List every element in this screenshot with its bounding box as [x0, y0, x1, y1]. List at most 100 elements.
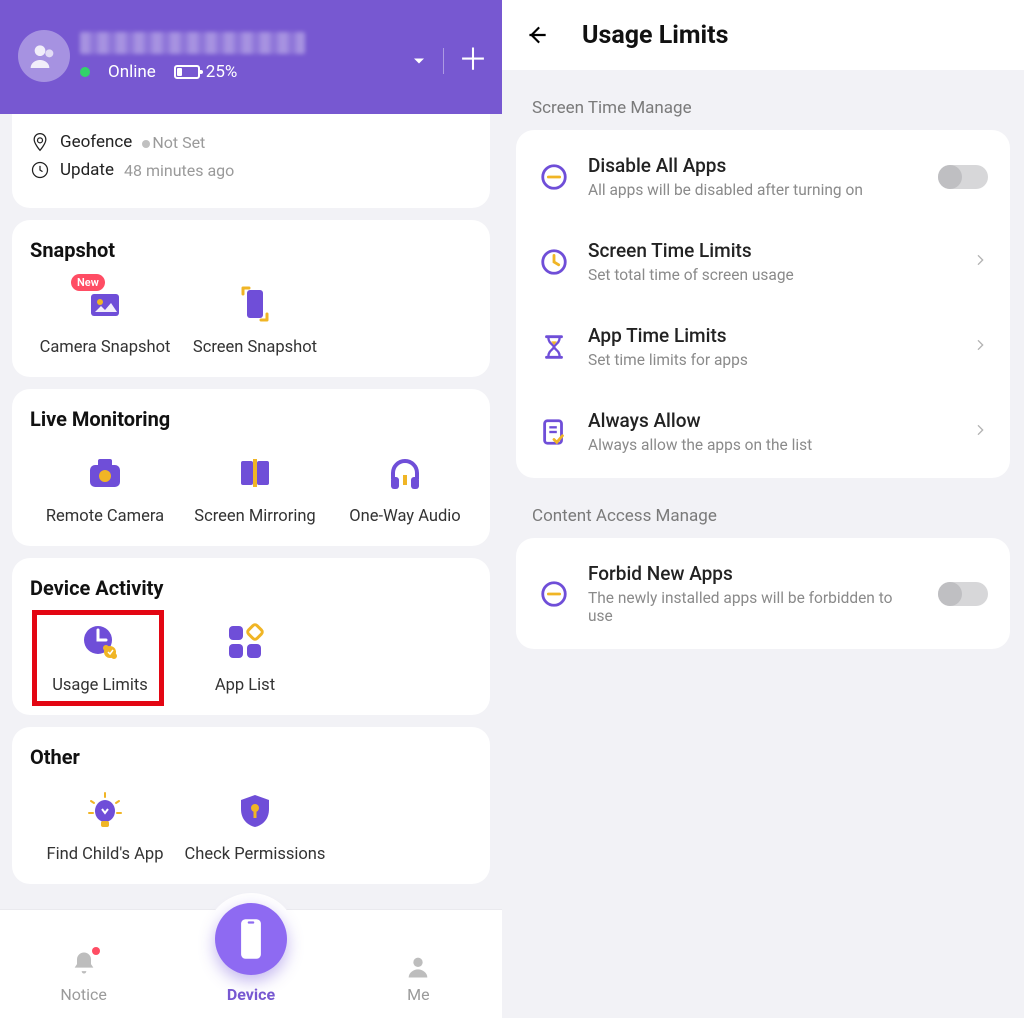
screen-time-limits-row[interactable]: Screen Time Limits Set total time of scr…	[516, 219, 1010, 304]
clock-icon	[30, 160, 50, 180]
update-row[interactable]: Update 48 minutes ago	[30, 160, 472, 180]
geofence-row[interactable]: Geofence Not Set	[30, 132, 472, 152]
device-screen: Online 25% ＋ Geofence Not Set Update 48 …	[0, 0, 502, 1018]
notification-dot-icon	[92, 947, 100, 955]
disable-all-apps-sub: All apps will be disabled after turning …	[588, 181, 920, 199]
usage-limits-header: Usage Limits	[502, 0, 1024, 70]
usage-limits-icon	[80, 622, 120, 662]
content-access-card: Forbid New Apps The newly installed apps…	[516, 538, 1010, 649]
screen-snapshot-tile[interactable]: Screen Snapshot	[180, 276, 330, 357]
screen-mirroring-tile[interactable]: Screen Mirroring	[180, 445, 330, 526]
battery-icon	[174, 65, 200, 79]
other-title: Other	[30, 745, 472, 769]
screen-time-limits-title: Screen Time Limits	[588, 239, 954, 262]
forbid-new-apps-row[interactable]: Forbid New Apps The newly installed apps…	[516, 542, 1010, 645]
always-allow-sub: Always allow the apps on the list	[588, 436, 954, 454]
screen-mirroring-label: Screen Mirroring	[194, 507, 315, 526]
chevron-right-icon	[972, 337, 988, 357]
chevron-right-icon	[972, 422, 988, 442]
disable-all-apps-row[interactable]: Disable All Apps All apps will be disabl…	[516, 134, 1010, 219]
snapshot-card: Snapshot New Camera Snapshot Screen Snap…	[12, 220, 490, 377]
snapshot-title: Snapshot	[30, 238, 472, 262]
screen-time-limits-sub: Set total time of screen usage	[588, 266, 954, 284]
clock-limit-icon	[538, 246, 570, 278]
device-header: Online 25% ＋	[0, 0, 502, 114]
device-info-card: Geofence Not Set Update 48 minutes ago	[12, 114, 490, 208]
camera-snapshot-label: Camera Snapshot	[40, 338, 171, 357]
always-allow-title: Always Allow	[588, 409, 954, 432]
app-list-label: App List	[215, 676, 275, 695]
camera-icon	[85, 453, 125, 493]
list-check-icon	[538, 416, 570, 448]
screen-mirroring-icon	[235, 453, 275, 493]
lightbulb-icon	[85, 791, 125, 831]
live-monitoring-card: Live Monitoring Remote Camera Screen Mir…	[12, 389, 490, 546]
divider	[443, 48, 444, 74]
geofence-label: Geofence	[60, 132, 132, 152]
camera-snapshot-tile[interactable]: New Camera Snapshot	[30, 276, 180, 357]
device-status-row: Online 25%	[80, 62, 237, 82]
always-allow-row[interactable]: Always Allow Always allow the apps on th…	[516, 389, 1010, 474]
forbid-new-apps-toggle[interactable]	[938, 582, 988, 606]
app-list-tile[interactable]: App List	[170, 614, 320, 695]
check-permissions-tile[interactable]: Check Permissions	[180, 783, 330, 864]
nav-me[interactable]: Me	[335, 953, 502, 1004]
check-permissions-label: Check Permissions	[185, 845, 326, 864]
nav-notice[interactable]: Notice	[0, 949, 167, 1004]
bell-icon	[70, 949, 98, 981]
update-label: Update	[60, 160, 114, 180]
chevron-right-icon	[972, 252, 988, 272]
device-activity-card: Device Activity Usage Limits App List	[12, 558, 490, 715]
shield-icon	[235, 791, 275, 831]
battery-indicator: 25%	[174, 62, 238, 82]
app-time-limits-title: App Time Limits	[588, 324, 954, 347]
device-switch-dropdown[interactable]	[409, 51, 429, 71]
headphones-icon	[385, 453, 425, 493]
remote-camera-label: Remote Camera	[46, 507, 164, 526]
update-value: 48 minutes ago	[124, 161, 234, 180]
nav-notice-label: Notice	[60, 985, 107, 1004]
find-child-app-label: Find Child's App	[47, 845, 164, 864]
content-access-section-label: Content Access Manage	[532, 506, 1024, 526]
screen-snapshot-icon	[235, 284, 275, 324]
usage-limits-screen: Usage Limits Screen Time Manage Disable …	[502, 0, 1024, 1018]
geofence-icon	[30, 132, 50, 152]
disable-all-apps-toggle[interactable]	[938, 165, 988, 189]
add-device-button[interactable]: ＋	[458, 51, 488, 71]
disable-icon	[538, 161, 570, 193]
one-way-audio-tile[interactable]: One-Way Audio	[330, 445, 480, 526]
new-badge: New	[71, 274, 105, 291]
device-activity-title: Device Activity	[30, 576, 472, 600]
battery-percent: 25%	[206, 62, 238, 82]
app-time-limits-row[interactable]: App Time Limits Set time limits for apps	[516, 304, 1010, 389]
device-name-redacted	[80, 32, 305, 54]
forbid-icon	[538, 578, 570, 610]
nav-device[interactable]: Device	[167, 903, 334, 1004]
other-card: Other Find Child's App Check Permissions	[12, 727, 490, 884]
forbid-new-apps-title: Forbid New Apps	[588, 562, 920, 585]
phone-icon	[215, 903, 287, 975]
hourglass-icon	[538, 331, 570, 363]
live-monitoring-title: Live Monitoring	[30, 407, 472, 431]
one-way-audio-label: One-Way Audio	[349, 507, 460, 526]
forbid-new-apps-sub: The newly installed apps will be forbidd…	[588, 589, 920, 625]
online-dot-icon	[80, 67, 90, 77]
avatar[interactable]	[18, 30, 70, 82]
geofence-status: Not Set	[152, 133, 205, 152]
nav-device-label: Device	[227, 985, 275, 1004]
person-icon	[404, 953, 432, 981]
find-child-app-tile[interactable]: Find Child's App	[30, 783, 180, 864]
screen-time-section-label: Screen Time Manage	[532, 98, 1024, 118]
disable-all-apps-title: Disable All Apps	[588, 154, 920, 177]
usage-limits-title: Usage Limits	[582, 21, 728, 50]
screen-snapshot-label: Screen Snapshot	[193, 338, 317, 357]
online-status-text: Online	[108, 62, 156, 82]
app-time-limits-sub: Set time limits for apps	[588, 351, 954, 369]
remote-camera-tile[interactable]: Remote Camera	[30, 445, 180, 526]
bottom-nav: Notice Device Me	[0, 910, 502, 1018]
nav-me-label: Me	[407, 985, 429, 1004]
camera-snapshot-icon: New	[85, 284, 125, 324]
screen-time-card: Disable All Apps All apps will be disabl…	[516, 130, 1010, 478]
back-button[interactable]	[524, 22, 550, 48]
app-list-icon	[225, 622, 265, 662]
